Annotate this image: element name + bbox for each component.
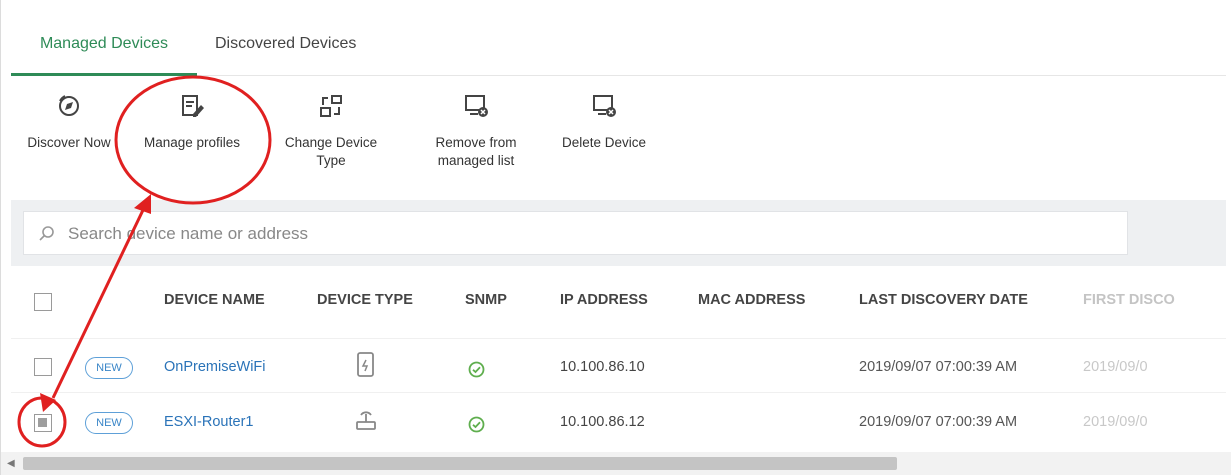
remove-from-managed-list-button[interactable]: Remove from managed list — [421, 92, 531, 170]
scroll-left-icon[interactable]: ◀ — [7, 458, 15, 469]
first-discovery-cell: 2019/09/0 — [1083, 414, 1148, 430]
horizontal-scrollbar[interactable]: ◀ — [1, 452, 1231, 475]
tab-bar: Managed Devices Discovered Devices — [11, 18, 1226, 76]
column-header-device-name[interactable]: DEVICE NAME — [164, 292, 265, 308]
scrollbar-thumb[interactable] — [23, 457, 897, 470]
change-device-type-label-1: Change Device — [284, 135, 378, 150]
column-header-first-discovery-date[interactable]: FIRST DISCO — [1083, 292, 1175, 308]
select-all-checkbox[interactable] — [34, 293, 52, 311]
change-device-type-label-2: Type — [316, 153, 346, 168]
monitor-delete-icon — [593, 95, 616, 117]
delete-device-button[interactable]: Delete Device — [549, 92, 659, 152]
new-badge: NEW — [85, 412, 133, 434]
remove-from-managed-list-label-1: Remove from — [435, 135, 517, 150]
row-divider — [11, 392, 1226, 393]
search-box — [23, 211, 1128, 255]
search-input[interactable] — [68, 220, 1108, 248]
compass-icon — [59, 95, 79, 116]
row-checkbox-selected[interactable] — [34, 414, 52, 432]
monitor-remove-icon — [465, 95, 488, 117]
remove-from-managed-list-label-2: managed list — [437, 153, 515, 168]
check-circle-icon — [468, 416, 485, 433]
wifi-device-icon — [357, 352, 374, 377]
tab-discovered-devices[interactable]: Discovered Devices — [215, 18, 385, 76]
change-type-icon — [320, 95, 342, 117]
first-discovery-cell: 2019/09/0 — [1083, 359, 1148, 375]
edit-list-icon — [182, 95, 204, 117]
tab-managed-devices[interactable]: Managed Devices — [11, 18, 197, 76]
device-name-link[interactable]: ESXI-Router1 — [164, 414, 253, 430]
search-bar-container — [11, 200, 1226, 266]
new-badge: NEW — [85, 357, 133, 379]
header-divider — [11, 338, 1226, 339]
change-device-type-button[interactable]: Change Device Type — [271, 92, 391, 170]
check-circle-icon — [468, 361, 485, 378]
column-header-snmp[interactable]: SNMP — [465, 292, 507, 308]
annotation-arrow-head-bottom — [40, 393, 56, 412]
device-name-link[interactable]: OnPremiseWiFi — [164, 359, 266, 375]
last-discovery-cell: 2019/09/07 07:00:39 AM — [859, 359, 1018, 375]
managed-devices-panel: Managed Devices Discovered Devices Disco… — [0, 0, 1231, 475]
manage-profiles-button[interactable]: Manage profiles — [131, 92, 253, 152]
manage-profiles-label: Manage profiles — [143, 135, 241, 150]
column-header-device-type[interactable]: DEVICE TYPE — [317, 292, 413, 308]
discover-now-label: Discover Now — [27, 135, 111, 150]
delete-device-label: Delete Device — [561, 135, 647, 150]
row-checkbox[interactable] — [34, 358, 52, 376]
column-header-ip-address[interactable]: IP ADDRESS — [560, 292, 648, 308]
column-header-mac-address[interactable]: MAC ADDRESS — [698, 292, 805, 308]
toolbar: Discover Now Manage profiles Change Devi… — [1, 92, 701, 192]
search-icon — [39, 226, 54, 241]
column-header-last-discovery-date[interactable]: LAST DISCOVERY DATE — [859, 292, 1028, 308]
discover-now-button[interactable]: Discover Now — [19, 92, 119, 152]
ip-address-cell: 10.100.86.10 — [560, 359, 645, 375]
ip-address-cell: 10.100.86.12 — [560, 414, 645, 430]
router-icon — [356, 411, 376, 430]
last-discovery-cell: 2019/09/07 07:00:39 AM — [859, 414, 1018, 430]
